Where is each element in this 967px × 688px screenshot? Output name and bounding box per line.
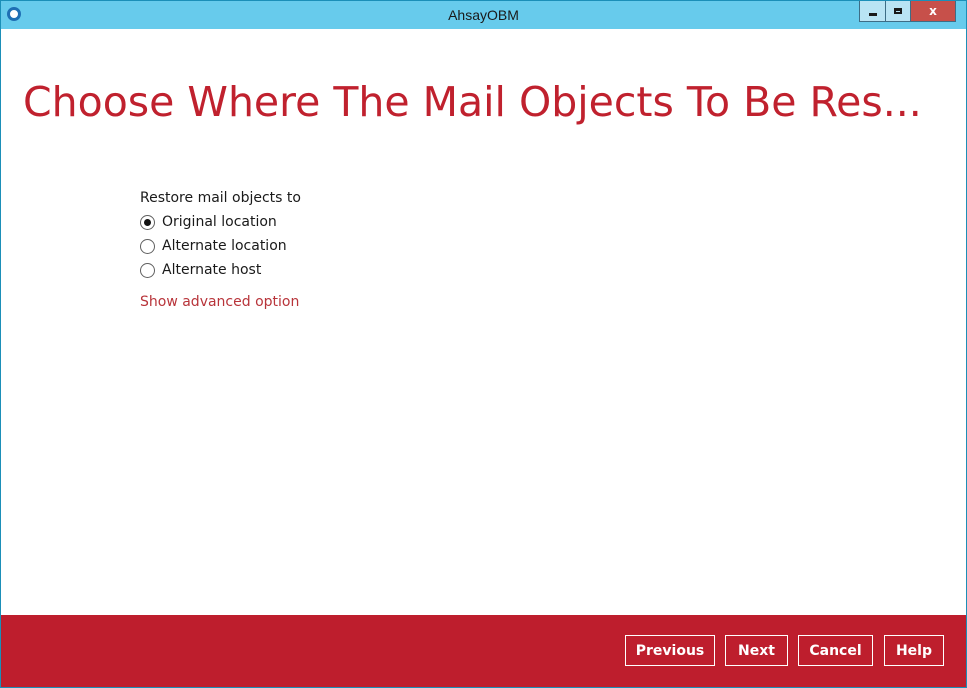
- window-controls: x: [859, 1, 956, 23]
- minimize-button[interactable]: [859, 1, 885, 22]
- maximize-button[interactable]: [885, 1, 911, 22]
- previous-button[interactable]: Previous: [625, 635, 715, 666]
- restore-options-group: Restore mail objects to Original locatio…: [140, 188, 301, 312]
- cancel-button[interactable]: Cancel: [798, 635, 873, 666]
- restore-group-label: Restore mail objects to: [140, 190, 301, 206]
- radio-button-selected[interactable]: [140, 214, 155, 230]
- page-title: Choose Where The Mail Objects To Be Res.…: [23, 78, 922, 126]
- show-advanced-option-link[interactable]: Show advanced option: [140, 292, 301, 312]
- help-button[interactable]: Help: [884, 635, 944, 666]
- option-label: Original location: [162, 214, 277, 230]
- option-original-location[interactable]: Original location: [140, 210, 301, 234]
- window-title: AhsayOBM: [448, 7, 519, 23]
- radio-button[interactable]: [140, 238, 155, 254]
- close-icon: x: [929, 4, 937, 18]
- close-button[interactable]: x: [911, 1, 956, 22]
- radio-button[interactable]: [140, 262, 155, 278]
- option-alternate-location[interactable]: Alternate location: [140, 234, 301, 258]
- maximize-icon: [894, 8, 902, 14]
- next-button[interactable]: Next: [725, 635, 788, 666]
- option-label: Alternate host: [162, 262, 262, 278]
- minimize-icon: [868, 12, 877, 16]
- title-bar[interactable]: AhsayOBM x: [1, 1, 966, 29]
- app-window: AhsayOBM x Choose Where The Mail Objects…: [0, 0, 967, 688]
- option-alternate-host[interactable]: Alternate host: [140, 258, 301, 282]
- footer-bar: Previous Next Cancel Help: [1, 615, 966, 687]
- option-label: Alternate location: [162, 238, 287, 254]
